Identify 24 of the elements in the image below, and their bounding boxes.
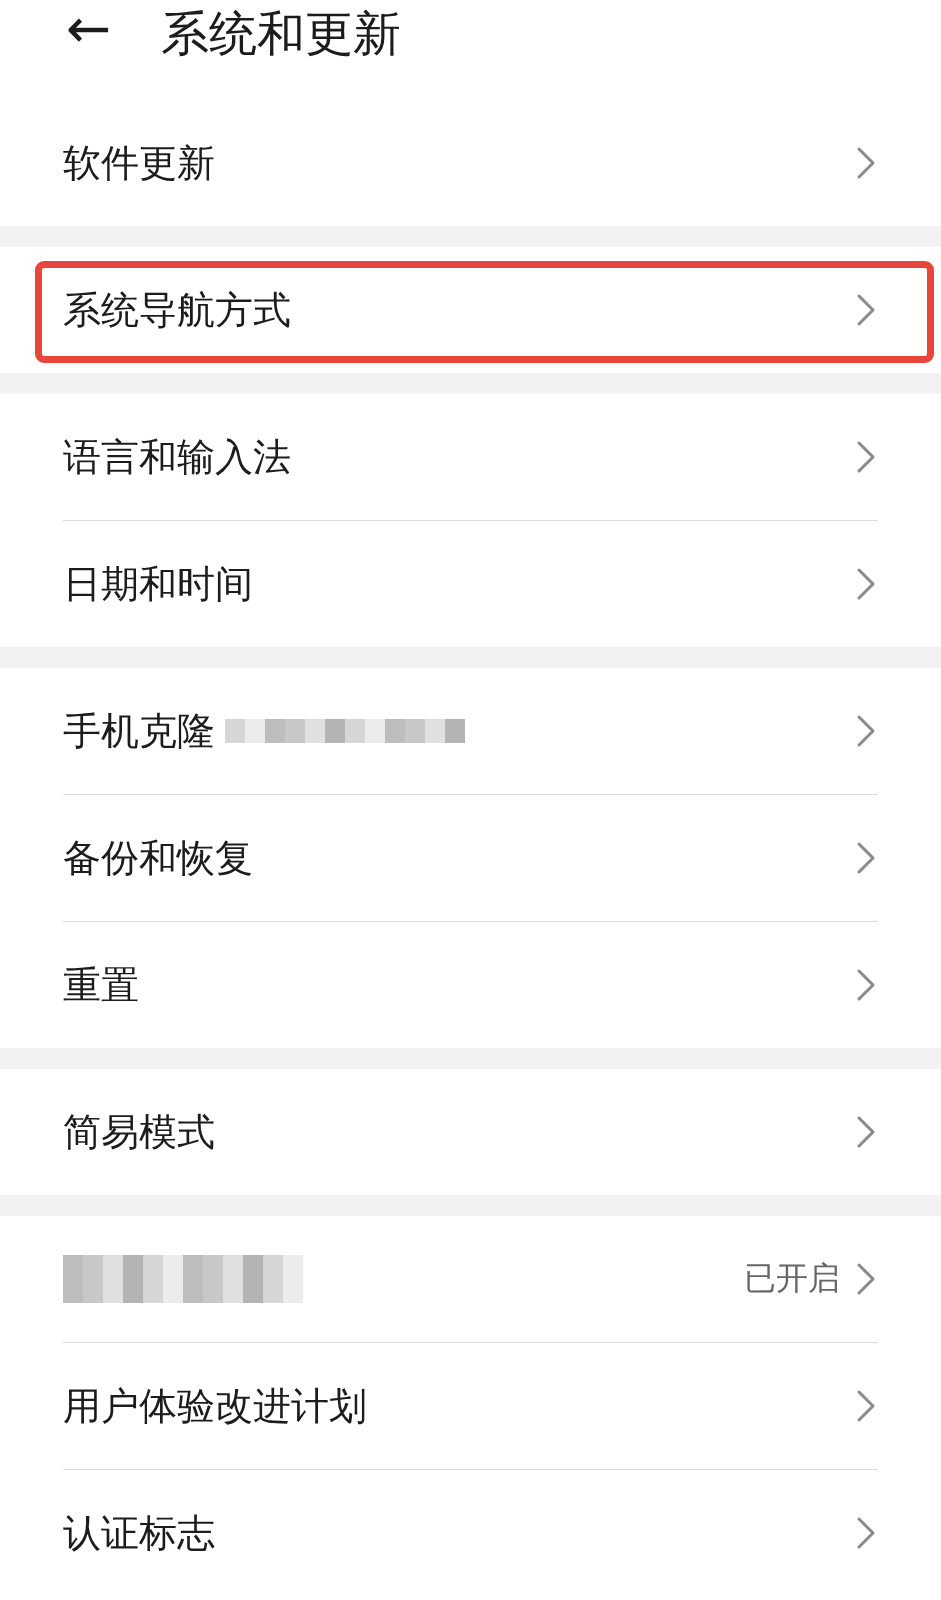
chevron-right-icon — [856, 146, 876, 180]
chevron-right-icon — [856, 968, 876, 1002]
status-value: 已开启 — [744, 1258, 840, 1299]
setting-label[interactable]: 用户体验改进计划 — [63, 1380, 367, 1432]
setting-label[interactable]: 认证标志 — [63, 1507, 215, 1559]
chevron-right-icon — [856, 841, 876, 875]
chevron-right-icon — [856, 567, 876, 601]
chevron-right-icon — [856, 1389, 876, 1423]
back-button[interactable]: ← — [66, 2, 112, 56]
chevron-right-icon — [856, 293, 876, 327]
page-title: 系统和更新 — [161, 4, 402, 63]
chevron-right-icon — [856, 714, 876, 748]
setting-label[interactable]: 日期和时间 — [63, 558, 253, 610]
chevron-right-icon — [856, 1115, 876, 1149]
setting-label[interactable]: 语言和输入法 — [63, 431, 291, 483]
setting-label[interactable]: 重置 — [63, 959, 139, 1011]
chevron-right-icon — [856, 1516, 876, 1550]
setting-label[interactable]: 备份和恢复 — [63, 832, 253, 884]
setting-label[interactable]: 手机克隆 — [63, 705, 215, 757]
setting-label[interactable]: 简易模式 — [63, 1106, 215, 1158]
chevron-right-icon — [856, 440, 876, 474]
setting-label[interactable]: 系统导航方式 — [63, 284, 291, 336]
chevron-right-icon — [856, 1262, 876, 1296]
setting-label[interactable]: 软件更新 — [63, 137, 215, 189]
